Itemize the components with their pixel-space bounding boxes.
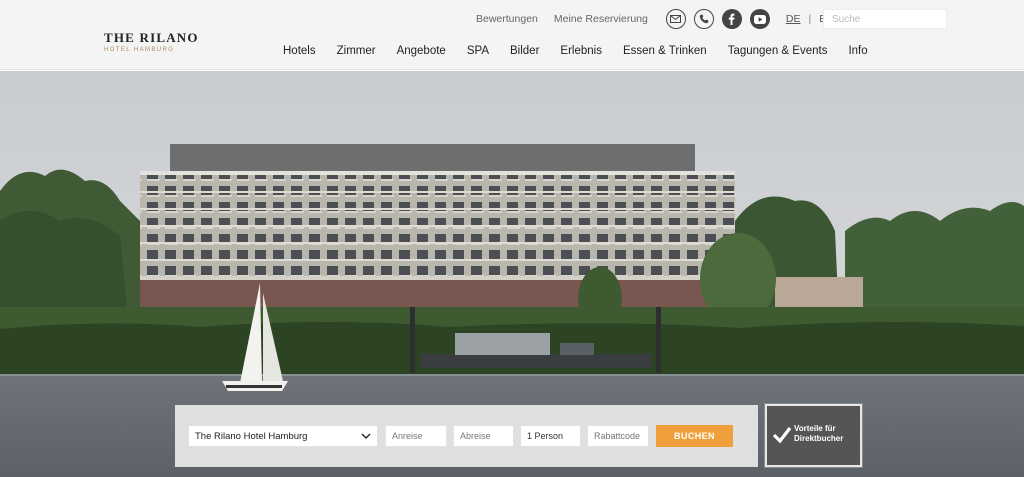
phone-icon[interactable] — [693, 9, 714, 29]
top-utility-bar: Bewertungen Meine Reservierung DE | EN — [476, 9, 834, 29]
logo-title: THE RILANO — [104, 30, 199, 45]
direct-booking-benefits-badge[interactable]: Vorteile für Direktbucher — [764, 403, 863, 468]
logo-subtitle: HOTEL HAMBURG — [104, 47, 175, 53]
benefits-line-2: Direktbucher — [794, 434, 844, 443]
main-navigation: Hotels Zimmer Angebote SPA Bilder Erlebn… — [283, 45, 868, 57]
guests-select[interactable]: 1 Person — [520, 425, 581, 447]
book-button[interactable]: BUCHEN — [656, 425, 733, 447]
chevron-down-icon — [361, 433, 371, 439]
hotel-select-value: The Rilano Hotel Hamburg — [195, 430, 308, 442]
nav-zimmer[interactable]: Zimmer — [337, 45, 376, 57]
nav-angebote[interactable]: Angebote — [397, 45, 446, 57]
hotel-logo[interactable]: THE RILANO HOTEL HAMBURG — [104, 30, 199, 53]
site-header: THE RILANO HOTEL HAMBURG Bewertungen Mei… — [0, 0, 1024, 70]
benefits-text: Vorteile für Direktbucher — [794, 424, 860, 444]
nav-bilder[interactable]: Bilder — [510, 45, 539, 57]
nav-erlebnis[interactable]: Erlebnis — [560, 45, 602, 57]
departure-date-input[interactable] — [453, 425, 514, 447]
arrival-date-input[interactable] — [385, 425, 447, 447]
youtube-icon[interactable] — [749, 9, 770, 29]
hotel-select[interactable]: The Rilano Hotel Hamburg — [188, 425, 378, 447]
my-reservation-link[interactable]: Meine Reservierung — [554, 13, 648, 25]
booking-bar: The Rilano Hotel Hamburg 1 Person BUCHEN — [175, 405, 758, 467]
lang-separator: | — [808, 13, 812, 25]
social-icons — [665, 9, 778, 29]
nav-spa[interactable]: SPA — [467, 45, 489, 57]
mail-icon[interactable] — [665, 9, 686, 29]
benefits-line-1: Vorteile für — [794, 424, 836, 433]
checkmark-icon — [772, 427, 792, 444]
nav-essen-trinken[interactable]: Essen & Trinken — [623, 45, 707, 57]
lang-de[interactable]: DE — [786, 13, 801, 25]
nav-tagungen-events[interactable]: Tagungen & Events — [728, 45, 828, 57]
promo-code-input[interactable] — [587, 425, 649, 447]
nav-hotels[interactable]: Hotels — [283, 45, 316, 57]
reviews-link[interactable]: Bewertungen — [476, 13, 538, 25]
search-input[interactable] — [823, 9, 947, 29]
facebook-icon[interactable] — [721, 9, 742, 29]
nav-info[interactable]: Info — [848, 45, 867, 57]
